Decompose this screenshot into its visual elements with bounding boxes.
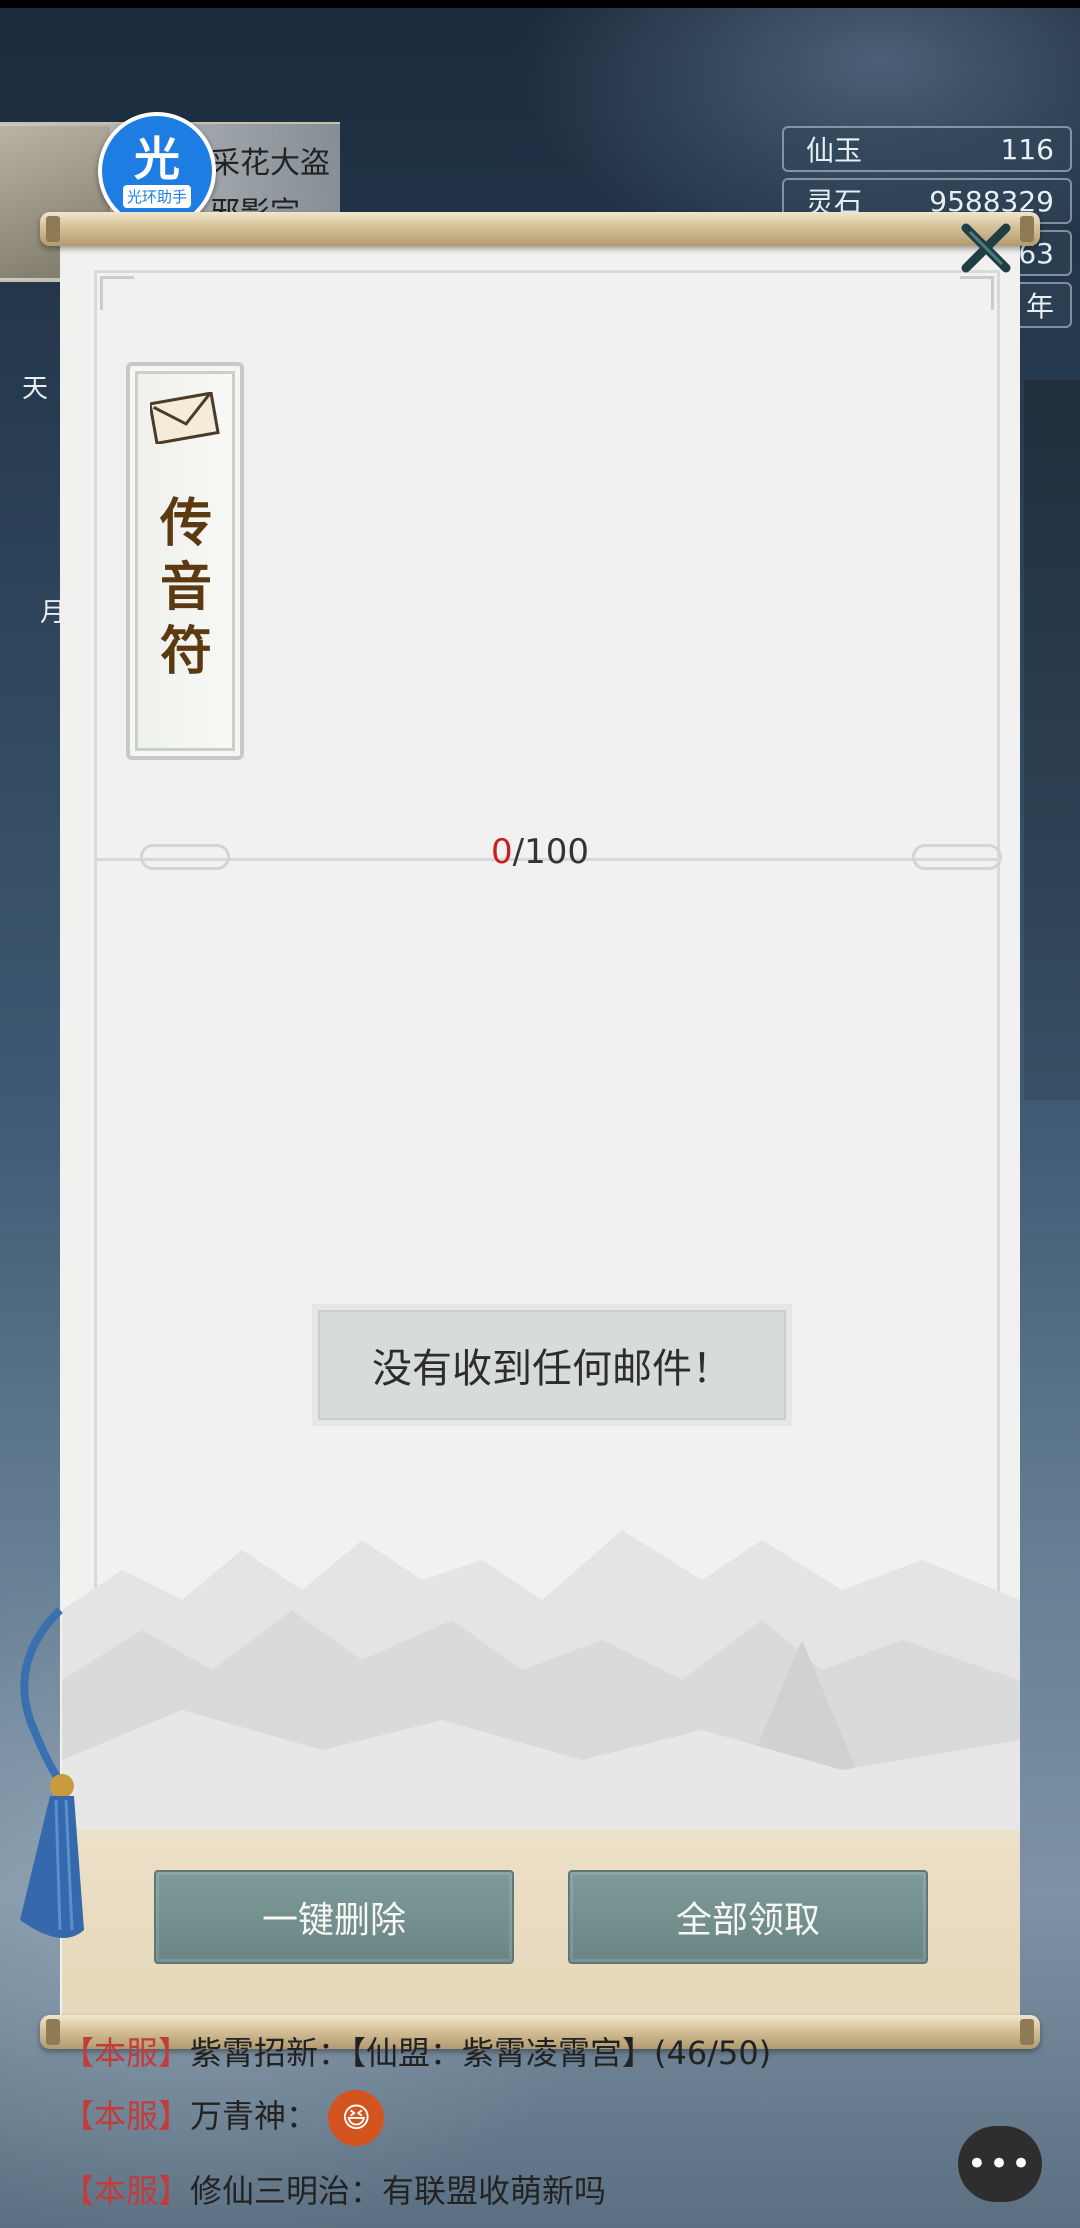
chat-line[interactable]: 【本服】万青神： 😆	[62, 2090, 385, 2146]
mail-count: 0/100	[0, 832, 1080, 872]
empty-message: 没有收到任何邮件！	[318, 1310, 786, 1420]
claim-all-button[interactable]: 全部领取	[568, 1870, 928, 1964]
chat-button[interactable]: •••	[958, 2126, 1042, 2202]
player-name: 采花大盗	[210, 146, 330, 181]
frame-corner	[100, 276, 134, 310]
helper-badge-glyph: 光	[134, 131, 180, 186]
close-icon	[961, 223, 1011, 273]
tab-title: 传音符	[159, 493, 212, 682]
resource-value: 116	[1000, 132, 1054, 166]
chat-text: 修仙三明治：有联盟收萌新吗	[190, 2172, 607, 2210]
resource-label: 仙玉	[806, 134, 863, 167]
helper-badge-label: 光环助手	[122, 184, 191, 208]
mail-count-current: 0	[491, 832, 513, 872]
status-bar	[0, 0, 1080, 8]
chat-text: 紫霄招新：【仙盟：紫霄凌霄宫】(46/50)	[190, 2034, 772, 2072]
chat-line[interactable]: 【本服】修仙三明治：有联盟收萌新吗	[62, 2166, 606, 2212]
close-button[interactable]	[958, 220, 1014, 276]
emoji-icon: 😆	[328, 2090, 385, 2146]
envelope-icon	[150, 392, 220, 444]
resource-value: 年	[1025, 290, 1054, 323]
chat-channel: 【本服】	[62, 2034, 191, 2072]
frame-corner	[960, 276, 994, 310]
chat-channel: 【本服】	[62, 2097, 191, 2135]
chat-line[interactable]: 【本服】紫霄招新：【仙盟：紫霄凌霄宫】(46/50)	[62, 2028, 771, 2074]
side-label-top: 天	[22, 374, 49, 404]
tassel-decoration	[20, 1607, 84, 1938]
delete-all-button[interactable]: 一键删除	[154, 1870, 514, 1964]
chat-text: 万青神：	[190, 2097, 319, 2135]
resource-xianyu: 仙玉 116	[782, 126, 1072, 172]
scroll-roller-top	[40, 212, 1040, 246]
more-icon: •••	[966, 2144, 1034, 2184]
side-decoration	[1024, 380, 1080, 1100]
mountain-ink-background	[62, 1530, 1020, 1830]
mail-count-max: /100	[512, 832, 589, 872]
chat-channel: 【本服】	[62, 2172, 191, 2210]
